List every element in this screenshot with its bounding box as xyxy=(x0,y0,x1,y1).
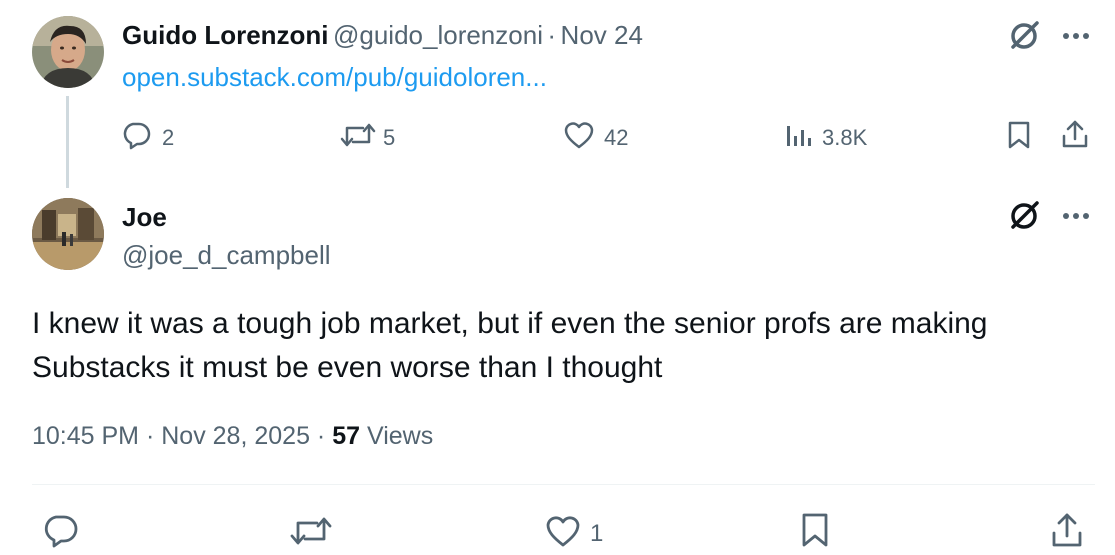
tweet-time[interactable]: 10:45 PM xyxy=(32,422,139,450)
repost-count: 5 xyxy=(383,125,396,150)
separator: · xyxy=(316,422,326,450)
share-icon[interactable] xyxy=(1058,117,1092,151)
reply-icon[interactable] xyxy=(40,510,80,550)
more-options-icon[interactable] xyxy=(1060,22,1092,50)
share-icon[interactable] xyxy=(1048,510,1086,550)
separator: · xyxy=(547,20,557,50)
tweet-metadata: 10:45 PM · Nov 28, 2025 · 57 Views xyxy=(32,422,433,451)
grok-icon[interactable] xyxy=(1006,18,1042,54)
views-count[interactable]: 57 xyxy=(332,422,360,450)
tweet-date[interactable]: Nov 28, 2025 xyxy=(161,422,310,450)
views-analytics-icon[interactable] xyxy=(784,119,814,151)
bookmark-icon[interactable] xyxy=(1004,119,1034,151)
repost-icon[interactable] xyxy=(338,119,378,151)
repost-icon[interactable] xyxy=(288,512,334,550)
like-count: 42 xyxy=(604,125,629,150)
separator: · xyxy=(145,422,155,450)
more-options-icon[interactable] xyxy=(1060,202,1092,230)
views-label[interactable]: Views xyxy=(367,422,433,450)
author-name[interactable]: Joe xyxy=(122,202,167,233)
avatar-joe[interactable] xyxy=(32,198,104,270)
tweet-text: I knew it was a tough job market, but if… xyxy=(32,307,988,384)
like-count: 1 xyxy=(590,520,604,547)
author-handle[interactable]: @guido_lorenzoni xyxy=(333,20,543,50)
thread-connector-line xyxy=(66,96,69,188)
divider xyxy=(32,484,1095,485)
views-count: 3.8K xyxy=(822,125,868,150)
tweet-date[interactable]: Nov 24 xyxy=(561,20,643,50)
bookmark-icon[interactable] xyxy=(798,510,832,550)
substack-link[interactable]: open.substack.com/pub/guidoloren... xyxy=(122,62,547,93)
reply-count: 2 xyxy=(162,125,175,150)
like-icon[interactable] xyxy=(542,512,584,550)
author-handle[interactable]: @joe_d_campbell xyxy=(122,240,331,271)
author-name[interactable]: Guido Lorenzoni xyxy=(122,20,329,50)
like-icon[interactable] xyxy=(562,119,596,151)
avatar-guido-lorenzoni[interactable] xyxy=(32,16,104,88)
reply-icon[interactable] xyxy=(120,119,152,151)
grok-icon[interactable] xyxy=(1006,198,1042,234)
